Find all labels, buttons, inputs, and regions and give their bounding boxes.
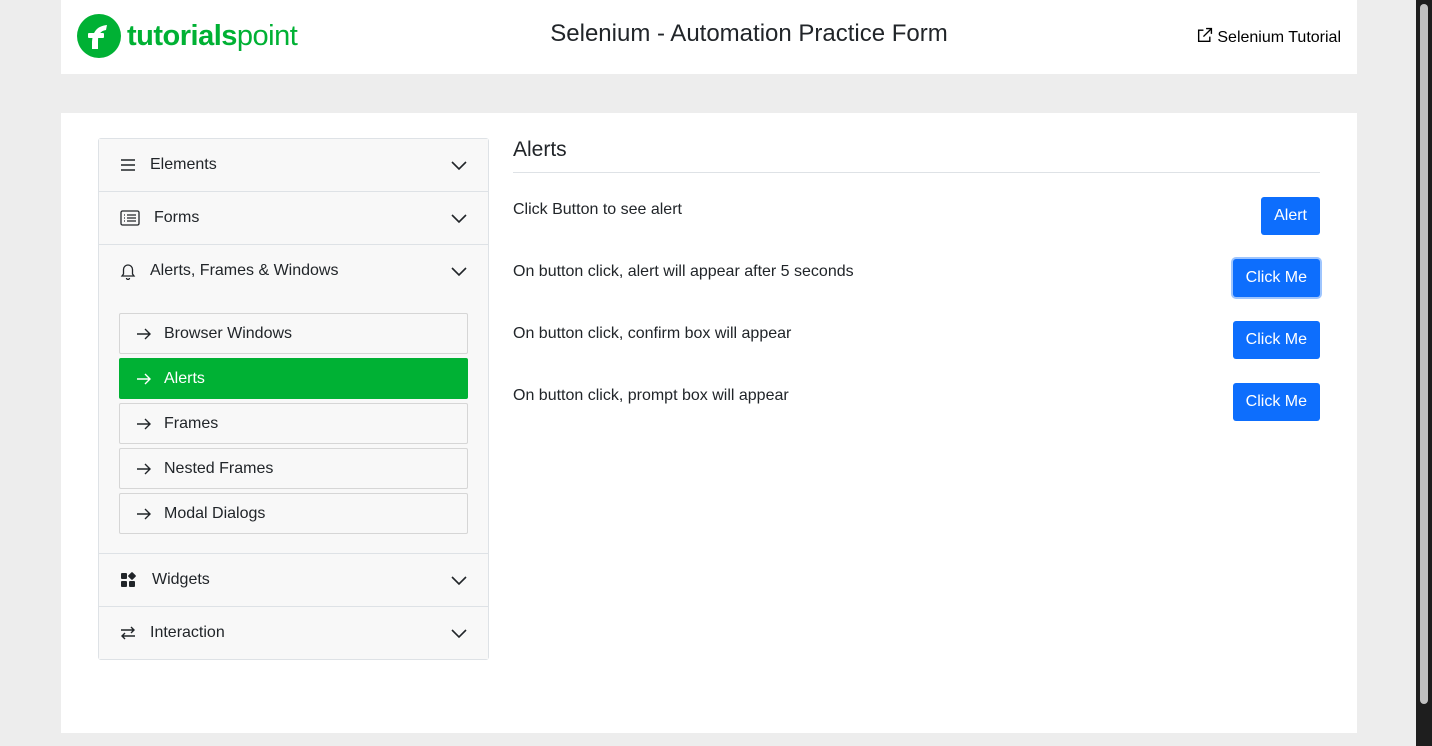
chevron-down-icon: [450, 156, 468, 179]
accordion-alerts-frames-windows: Alerts, Frames & Windows Browser Windows…: [99, 245, 488, 554]
submenu-label: Modal Dialogs: [164, 504, 266, 522]
timer-alert-row: On button click, alert will appear after…: [513, 259, 1320, 321]
submenu-label: Frames: [164, 414, 219, 432]
prompt-row: On button click, prompt box will appear …: [513, 383, 1320, 445]
content-card: Elements Forms Alerts, Frames & Windows …: [61, 113, 1357, 733]
chevron-down-icon: [450, 624, 468, 647]
accordion-forms: Forms: [99, 192, 488, 245]
alert-row: Click Button to see alert Alert: [513, 197, 1320, 259]
submenu-alerts[interactable]: Alerts: [119, 358, 468, 399]
submenu-label: Browser Windows: [164, 324, 293, 342]
accordion-header-interaction[interactable]: Interaction: [99, 607, 488, 659]
submenu-label: Alerts: [164, 369, 205, 387]
menu-lines-icon: [119, 156, 137, 174]
accordion-interaction: Interaction: [99, 607, 488, 659]
accordion-label: Interaction: [150, 624, 225, 641]
scrollbar-thumb[interactable]: [1420, 4, 1428, 704]
selenium-tutorial-label: Selenium Tutorial: [1217, 29, 1341, 46]
arrow-right-icon: [136, 372, 152, 386]
chevron-down-icon: [450, 209, 468, 232]
alert-button[interactable]: Alert: [1261, 197, 1320, 235]
bell-icon: [119, 262, 137, 280]
chevron-down-icon: [450, 262, 468, 285]
accordion-widgets: Widgets: [99, 554, 488, 607]
submenu-browser-windows[interactable]: Browser Windows: [119, 313, 468, 354]
accordion-header-alerts-frames-windows[interactable]: Alerts, Frames & Windows: [99, 245, 488, 297]
row-description: Click Button to see alert: [513, 201, 682, 218]
sidebar-accordion: Elements Forms Alerts, Frames & Windows …: [98, 138, 489, 660]
row-description: On button click, confirm box will appear: [513, 325, 792, 342]
confirm-button[interactable]: Click Me: [1232, 321, 1320, 359]
submenu-nested-frames[interactable]: Nested Frames: [119, 448, 468, 489]
swap-arrows-icon: [119, 624, 137, 642]
arrow-right-icon: [136, 462, 152, 476]
chevron-down-icon: [450, 571, 468, 594]
list-form-icon: [119, 209, 141, 227]
accordion-label: Widgets: [152, 571, 210, 588]
selenium-tutorial-link[interactable]: Selenium Tutorial: [1196, 27, 1341, 49]
widgets-grid-icon: [119, 571, 137, 589]
accordion-label: Forms: [154, 209, 200, 226]
arrow-right-icon: [136, 327, 152, 341]
confirm-row: On button click, confirm box will appear…: [513, 321, 1320, 383]
submenu-label: Nested Frames: [164, 459, 274, 477]
main-content: Alerts Click Button to see alert Alert O…: [513, 138, 1320, 445]
accordion-label: Elements: [150, 156, 217, 173]
section-title: Alerts: [513, 138, 1320, 173]
site-header: tutorialspoint Selenium - Automation Pra…: [61, 0, 1357, 74]
accordion-header-forms[interactable]: Forms: [99, 192, 488, 244]
accordion-header-elements[interactable]: Elements: [99, 139, 488, 191]
row-description: On button click, prompt box will appear: [513, 387, 789, 404]
submenu-frames[interactable]: Frames: [119, 403, 468, 444]
arrow-right-icon: [136, 507, 152, 521]
accordion-header-widgets[interactable]: Widgets: [99, 554, 488, 606]
accordion-label: Alerts, Frames & Windows: [150, 262, 339, 279]
submenu-modal-dialogs[interactable]: Modal Dialogs: [119, 493, 468, 534]
accordion-elements: Elements: [99, 139, 488, 192]
timer-alert-button[interactable]: Click Me: [1232, 259, 1320, 297]
external-link-icon: [1196, 27, 1213, 49]
arrow-right-icon: [136, 417, 152, 431]
prompt-button[interactable]: Click Me: [1232, 383, 1320, 421]
vertical-scrollbar[interactable]: [1416, 0, 1432, 746]
accordion-body-alerts-frames-windows: Browser Windows Alerts Frames Nested Fra…: [99, 297, 488, 553]
row-description: On button click, alert will appear after…: [513, 263, 854, 280]
